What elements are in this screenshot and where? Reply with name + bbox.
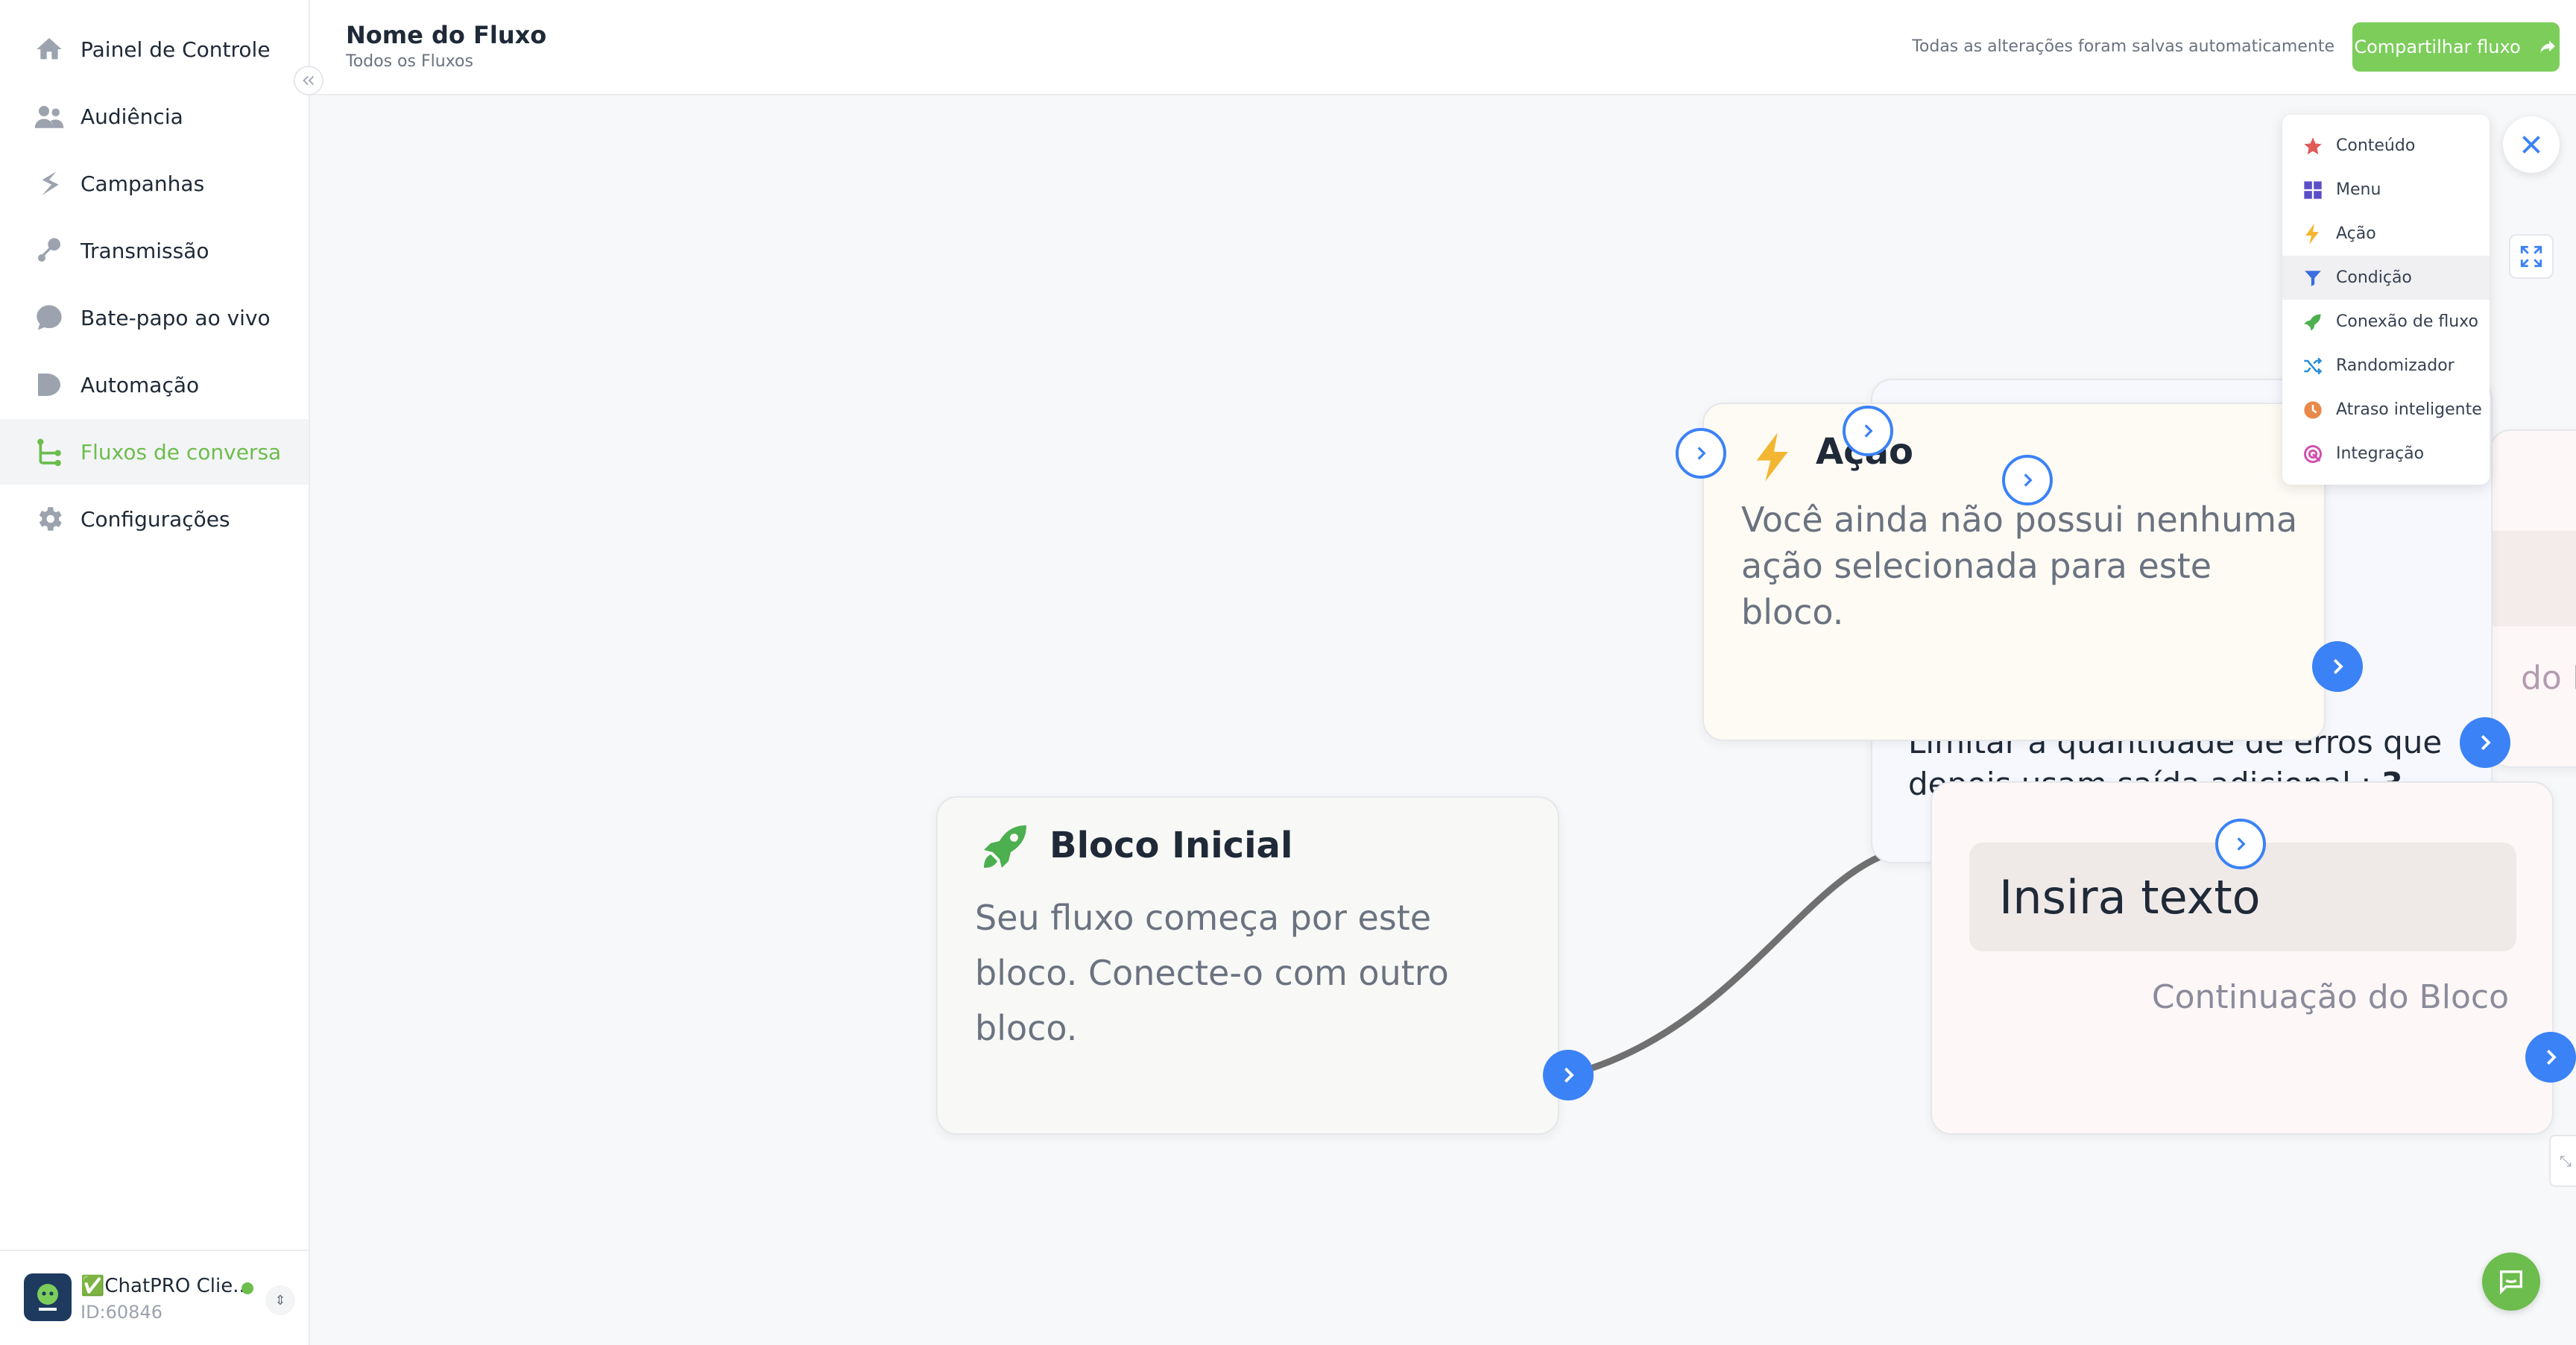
sidebar-item-label: Bate-papo ao vivo — [80, 305, 271, 330]
breadcrumb[interactable]: Todos os Fluxos — [346, 52, 473, 71]
close-menu-button[interactable] — [2503, 116, 2560, 173]
menu-item-label: Conteúdo — [2336, 136, 2416, 155]
sidebar-item-label: Automação — [80, 372, 200, 397]
flow-icon — [33, 435, 66, 468]
profile-name: ✅ChatPRO Clie... — [80, 1275, 251, 1297]
share-arrow-icon — [2539, 40, 2555, 53]
block-description: Seu fluxo começa por este bloco. Conecte… — [975, 898, 1449, 1048]
block-input-port[interactable] — [2002, 455, 2053, 505]
chevron-right-icon — [1564, 1067, 1574, 1083]
block-type-menu: Conteúdo Menu Ação Condição Conexão de f… — [2282, 115, 2490, 485]
online-status-dot — [242, 1282, 253, 1294]
chat-icon — [2500, 1270, 2522, 1295]
chevron-right-icon — [2481, 734, 2491, 751]
content-block-partial[interactable]: do Blo — [2490, 429, 2576, 768]
collapse-sidebar-button[interactable] — [294, 66, 323, 95]
action-block-input-port[interactable] — [1676, 428, 1726, 479]
block-input-port[interactable] — [1843, 406, 1893, 456]
sidebar-item-dashboard[interactable]: Painel de Controle — [0, 16, 309, 82]
profile-switcher[interactable]: ✅ChatPRO Clie... ID:60846 ⇕ — [0, 1250, 309, 1345]
page-title[interactable]: Nome do Fluxo — [346, 21, 546, 49]
menu-item-smart-delay[interactable]: Atraso inteligente — [2282, 388, 2490, 432]
chevron-right-icon — [2333, 658, 2343, 675]
lightning-icon — [1753, 431, 1795, 486]
chevron-right-icon — [2237, 837, 2246, 851]
clock-icon — [2302, 399, 2324, 421]
sidebar-item-label: Campanhas — [80, 171, 205, 196]
block-continuation-label: Continuação do Bloco — [2151, 978, 2509, 1016]
flow-canvas[interactable]: do Blo Limitar a quantidade de erros que… — [310, 95, 2576, 1345]
chevron-right-icon — [2024, 473, 2033, 487]
chevron-right-icon — [1864, 424, 1873, 438]
menu-item-label: Conexão de fluxo — [2336, 312, 2478, 331]
menu-item-label: Menu — [2336, 180, 2381, 199]
content-block-output-port[interactable] — [2525, 1032, 2576, 1083]
chevron-up-down-icon[interactable]: ⇕ — [265, 1285, 295, 1315]
menu-item-label: Randomizador — [2336, 356, 2455, 375]
grid-icon — [2302, 179, 2324, 201]
sidebar-item-automation[interactable]: Automação — [0, 352, 309, 418]
menu-item-content[interactable]: Conteúdo — [2282, 124, 2490, 168]
close-icon — [2522, 136, 2540, 154]
action-block[interactable]: Ação Você ainda não possui nenhuma ação … — [1702, 403, 2326, 741]
block-description: Você ainda não possui nenhuma ação selec… — [1741, 500, 2298, 632]
users-icon — [33, 100, 66, 133]
profile-id: ID:60846 — [80, 1302, 162, 1323]
avatar — [24, 1273, 72, 1321]
block-title: Bloco Inicial — [1049, 825, 1293, 866]
shuffle-icon — [2302, 355, 2324, 377]
campaign-icon — [33, 167, 66, 200]
header: Nome do Fluxo Todos os Fluxos Todas as a… — [310, 0, 2576, 95]
share-flow-button[interactable]: Compartilhar fluxo — [2352, 22, 2560, 72]
menu-item-label: Integração — [2336, 444, 2425, 463]
share-button-label: Compartilhar fluxo — [2354, 37, 2521, 57]
support-chat-button[interactable] — [2482, 1253, 2540, 1311]
star-icon — [2302, 135, 2324, 157]
sidebar-item-audience[interactable]: Audiência — [0, 84, 309, 149]
menu-item-label: Condição — [2336, 268, 2412, 287]
filter-icon — [2302, 267, 2324, 289]
block-continuation-label: do Blo — [2521, 659, 2576, 697]
menu-item-menu[interactable]: Menu — [2282, 168, 2490, 212]
start-block-output-port[interactable] — [1543, 1050, 1594, 1100]
menu-item-condition[interactable]: Condição — [2282, 256, 2490, 300]
expand-icon — [2520, 245, 2542, 268]
lightning-icon — [2302, 223, 2324, 245]
sidebar-item-label: Audiência — [80, 104, 183, 129]
rocket-icon — [2302, 311, 2324, 333]
sidebar-item-label: Configurações — [80, 506, 230, 532]
chevron-right-icon — [1697, 447, 1706, 460]
menu-item-action[interactable]: Ação — [2282, 212, 2490, 256]
sidebar-item-label: Fluxos de conversa — [80, 439, 282, 464]
autosave-status: Todas as alterações foram salvas automat… — [1912, 37, 2334, 56]
menu-item-integration[interactable]: Integração — [2282, 432, 2490, 476]
menu-item-randomizer[interactable]: Randomizador — [2282, 344, 2490, 388]
home-icon — [33, 33, 66, 66]
side-panel-toggle[interactable]: ⤡ — [2549, 1135, 2576, 1187]
menu-item-label: Atraso inteligente — [2336, 400, 2482, 419]
double-chevron-left-icon — [303, 75, 315, 86]
condition-block-output-port[interactable] — [2460, 717, 2510, 768]
sidebar-item-campaigns[interactable]: Campanhas — [0, 151, 309, 216]
broadcast-icon — [33, 234, 66, 267]
chat-bubble-icon — [33, 301, 66, 334]
condition-block-input-port[interactable] — [2215, 819, 2266, 869]
integration-icon — [2302, 443, 2324, 465]
gear-icon — [33, 503, 66, 535]
start-block[interactable]: Bloco Inicial Seu fluxo começa por este … — [936, 796, 1559, 1135]
menu-item-label: Ação — [2336, 224, 2376, 243]
menu-item-flow-connection[interactable]: Conexão de fluxo — [2282, 300, 2490, 344]
fullscreen-button[interactable] — [2509, 234, 2554, 279]
sidebar: Painel de Controle Audiência Campanhas T… — [0, 0, 310, 1345]
rocket-icon — [979, 819, 1033, 875]
sidebar-item-label: Transmissão — [80, 238, 209, 263]
chevron-right-icon — [2546, 1049, 2557, 1065]
sidebar-item-settings[interactable]: Configurações — [0, 486, 309, 552]
sidebar-item-broadcast[interactable]: Transmissão — [0, 218, 309, 283]
sidebar-item-live-chat[interactable]: Bate-papo ao vivo — [0, 285, 309, 350]
action-block-output-port[interactable] — [2312, 641, 2363, 692]
sidebar-item-conversation-flows[interactable]: Fluxos de conversa — [0, 419, 309, 485]
sidebar-item-label: Painel de Controle — [80, 37, 271, 62]
automation-icon — [33, 368, 66, 401]
